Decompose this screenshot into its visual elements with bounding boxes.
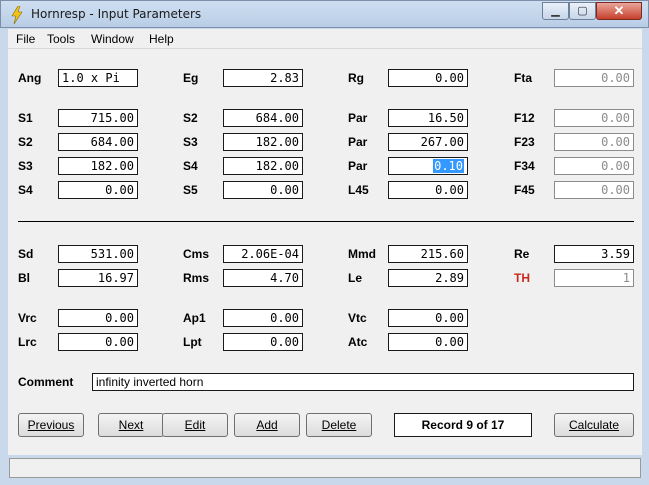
f12-field: 0.00 bbox=[554, 109, 634, 127]
label-f23: F23 bbox=[514, 135, 535, 149]
maximize-button[interactable]: ▢ bbox=[569, 2, 596, 20]
rms-field[interactable]: 4.70 bbox=[223, 269, 303, 287]
label-atc: Atc bbox=[348, 335, 368, 349]
f34-field: 0.00 bbox=[554, 157, 634, 175]
le-field[interactable]: 2.89 bbox=[388, 269, 468, 287]
menu-window[interactable]: Window bbox=[91, 32, 134, 46]
label-lrc: Lrc bbox=[18, 335, 37, 349]
delete-button[interactable]: Delete bbox=[306, 413, 372, 437]
title-bar: Hornresp - Input Parameters ▁ ▢ ✕ bbox=[0, 0, 649, 28]
add-label: Add bbox=[256, 418, 278, 432]
ap1-field[interactable]: 0.00 bbox=[223, 309, 303, 327]
label-s4-row5: S4 bbox=[18, 183, 33, 197]
label-cms: Cms bbox=[183, 247, 210, 261]
window-title: Hornresp - Input Parameters bbox=[31, 7, 202, 21]
delete-label: Delete bbox=[321, 418, 357, 432]
f45-field: 0.00 bbox=[554, 181, 634, 199]
label-comment: Comment bbox=[18, 375, 74, 389]
label-s4: S4 bbox=[183, 159, 198, 173]
label-s2: S2 bbox=[183, 111, 198, 125]
l45-field[interactable]: 0.00 bbox=[388, 181, 468, 199]
label-ang: Ang bbox=[18, 71, 42, 85]
close-button[interactable]: ✕ bbox=[596, 2, 642, 20]
label-vtc: Vtc bbox=[348, 311, 367, 325]
label-th[interactable]: TH bbox=[514, 271, 530, 285]
label-f45: F45 bbox=[514, 183, 535, 197]
calculate-button[interactable]: Calculate bbox=[554, 413, 634, 437]
menu-tools[interactable]: Tools bbox=[47, 32, 75, 46]
comment-field[interactable]: infinity inverted horn bbox=[92, 373, 634, 391]
s3-field[interactable]: 182.00 bbox=[223, 133, 303, 151]
record-indicator: Record 9 of 17 bbox=[394, 413, 532, 437]
status-bar bbox=[9, 458, 641, 478]
label-le: Le bbox=[348, 271, 363, 285]
previous-label: Previous bbox=[27, 418, 75, 432]
input-parameters-panel: Ang 1.0 x Pi Eg 2.83 Rg 0.00 Fta 0.00 S1… bbox=[8, 49, 642, 455]
menu-help[interactable]: Help bbox=[149, 32, 174, 46]
s4-row5-field[interactable]: 0.00 bbox=[58, 181, 138, 199]
label-rg: Rg bbox=[348, 71, 364, 85]
label-par-3: Par bbox=[348, 159, 368, 173]
label-s2-row3: S2 bbox=[18, 135, 33, 149]
edit-label: Edit bbox=[184, 418, 206, 432]
menu-bar: File Tools Window Help bbox=[8, 29, 642, 49]
re-field[interactable]: 3.59 bbox=[554, 245, 634, 263]
label-par-2: Par bbox=[348, 135, 368, 149]
bl-field[interactable]: 16.97 bbox=[58, 269, 138, 287]
calculate-label: Calculate bbox=[568, 418, 620, 432]
label-fta: Fta bbox=[514, 71, 532, 85]
s2-row3-field[interactable]: 684.00 bbox=[58, 133, 138, 151]
label-par-1: Par bbox=[348, 111, 368, 125]
par-3-field[interactable]: 0.10 bbox=[388, 157, 468, 175]
mmd-field[interactable]: 215.60 bbox=[388, 245, 468, 263]
label-eg: Eg bbox=[183, 71, 199, 85]
lpt-field[interactable]: 0.00 bbox=[223, 333, 303, 351]
label-rms: Rms bbox=[183, 271, 210, 285]
label-l45: L45 bbox=[348, 183, 369, 197]
selected-text: 0.10 bbox=[433, 159, 464, 173]
label-vrc: Vrc bbox=[18, 311, 37, 325]
label-s5: S5 bbox=[183, 183, 198, 197]
f23-field: 0.00 bbox=[554, 133, 634, 151]
vtc-field[interactable]: 0.00 bbox=[388, 309, 468, 327]
label-sd: Sd bbox=[18, 247, 34, 261]
label-ap1: Ap1 bbox=[183, 311, 206, 325]
sd-field[interactable]: 531.00 bbox=[58, 245, 138, 263]
label-f12: F12 bbox=[514, 111, 535, 125]
eg-field[interactable]: 2.83 bbox=[223, 69, 303, 87]
label-mmd: Mmd bbox=[348, 247, 376, 261]
label-re: Re bbox=[514, 247, 530, 261]
label-bl: Bl bbox=[18, 271, 30, 285]
ang-field[interactable]: 1.0 x Pi bbox=[58, 69, 138, 87]
s1-field[interactable]: 715.00 bbox=[58, 109, 138, 127]
app-window: Hornresp - Input Parameters ▁ ▢ ✕ File T… bbox=[0, 0, 649, 485]
par-1-field[interactable]: 16.50 bbox=[388, 109, 468, 127]
s2-field[interactable]: 684.00 bbox=[223, 109, 303, 127]
label-s3-row4: S3 bbox=[18, 159, 33, 173]
s4-field[interactable]: 182.00 bbox=[223, 157, 303, 175]
label-lpt: Lpt bbox=[183, 335, 202, 349]
label-s1: S1 bbox=[18, 111, 33, 125]
label-s3: S3 bbox=[183, 135, 198, 149]
section-divider bbox=[18, 221, 634, 222]
lightning-icon bbox=[11, 6, 23, 24]
cms-field[interactable]: 2.06E-04 bbox=[223, 245, 303, 263]
atc-field[interactable]: 0.00 bbox=[388, 333, 468, 351]
par-2-field[interactable]: 267.00 bbox=[388, 133, 468, 151]
s3-row4-field[interactable]: 182.00 bbox=[58, 157, 138, 175]
label-f34: F34 bbox=[514, 159, 535, 173]
previous-button[interactable]: Previous bbox=[18, 413, 84, 437]
vrc-field[interactable]: 0.00 bbox=[58, 309, 138, 327]
next-button[interactable]: Next bbox=[98, 413, 164, 437]
minimize-button[interactable]: ▁ bbox=[542, 2, 569, 20]
rg-field[interactable]: 0.00 bbox=[388, 69, 468, 87]
fta-field: 0.00 bbox=[554, 69, 634, 87]
th-field: 1 bbox=[554, 269, 634, 287]
s5-field[interactable]: 0.00 bbox=[223, 181, 303, 199]
menu-file[interactable]: File bbox=[16, 32, 35, 46]
add-button[interactable]: Add bbox=[234, 413, 300, 437]
next-label: Next bbox=[118, 418, 144, 432]
edit-button[interactable]: Edit bbox=[162, 413, 228, 437]
lrc-field[interactable]: 0.00 bbox=[58, 333, 138, 351]
